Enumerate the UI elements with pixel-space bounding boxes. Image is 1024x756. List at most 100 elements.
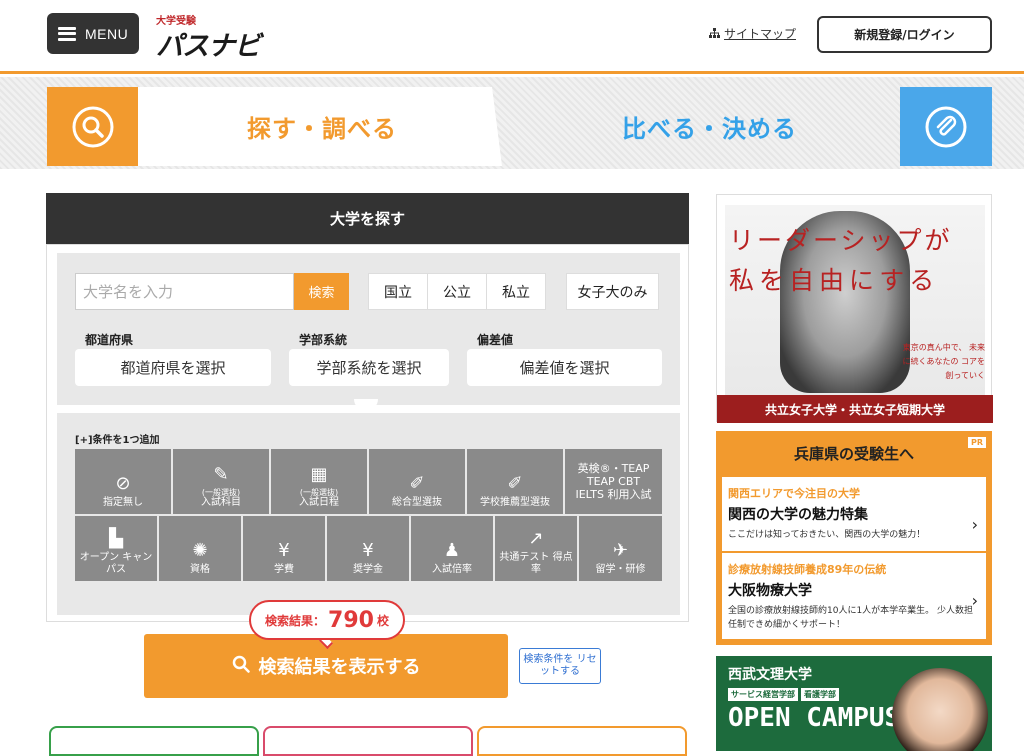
deviation-label: 偏差値 (477, 333, 514, 347)
promo-kicker: 診療放射線技師養成89年の伝統 (728, 563, 887, 576)
faculty-label: 学部系統 (299, 333, 348, 347)
condition-label: オープン キャンパス (79, 552, 153, 575)
sitemap-label: サイトマップ (724, 27, 797, 41)
condition-scholarship[interactable]: ¥ 奨学金 (327, 516, 409, 581)
women-only-button[interactable]: 女子大のみ (566, 273, 659, 310)
condition-common-test[interactable]: ↗ 共通テスト 得点率 (495, 516, 577, 581)
panel-notch (354, 399, 378, 411)
condition-open-campus[interactable]: ▙ オープン キャンパス (75, 516, 157, 581)
condition-tuition[interactable]: ¥ 学費 (243, 516, 325, 581)
condition-none[interactable]: ⊘ 指定無し (75, 449, 171, 514)
type-private[interactable]: 私立 (487, 274, 545, 309)
search-conditions-area: [+]条件を1つ追加 ⊘ 指定無し ✎ (一般選抜) 入試科目 ▦ (一般選抜)… (57, 413, 680, 615)
condition-exam-subjects[interactable]: ✎ (一般選抜) 入試科目 (173, 449, 269, 514)
ad3-tag: サービス経営学部 (728, 688, 798, 701)
condition-label: 英検®・TEAP TEAP CBT IELTS 利用入試 (575, 462, 652, 501)
promo-card-kansai[interactable]: 関西エリアで今注目の大学 関西の大学の魅力特集 ここだけは知っておきたい、関西の… (722, 477, 986, 551)
search-icon (47, 87, 138, 166)
condition-comprehensive[interactable]: ✐ 総合型選抜 (369, 449, 465, 514)
ad3-tags: サービス経営学部 看護学部 (728, 688, 839, 701)
type-public[interactable]: 公立 (428, 274, 487, 309)
bottom-card[interactable] (49, 726, 259, 756)
tab-search-label: 探す・調べる (247, 115, 397, 143)
search-basic-area: 大学名を入力 検索 国立 公立 私立 女子大のみ 都道府県 都道府県を選択 学部… (57, 253, 680, 405)
hyogo-title: 兵庫県の受験生へ (793, 445, 914, 463)
prefecture-label: 都道府県 (85, 333, 134, 347)
site-header: MENU 大学受験 パスナビ サイトマップ 新規登録/ログイン (0, 0, 1024, 74)
condition-label: 学校推薦型選抜 (480, 497, 550, 508)
chevron-right-icon: › (971, 591, 978, 610)
ad-headline-2: 私を自由にする (729, 266, 940, 295)
hand-coin-icon: ¥ (362, 540, 374, 561)
site-logo[interactable]: 大学受験 パスナビ (156, 12, 261, 62)
chart-up-icon: ↗ (528, 528, 544, 549)
type-filter-group: 国立 公立 私立 (368, 273, 546, 310)
calendar-icon: ▦ (310, 464, 328, 485)
ad-photo: リーダーシップが 私を自由にする 東京の真ん中で、 未来に続くあなたの コアを創… (725, 205, 985, 395)
ad3-tag: 看護学部 (801, 688, 839, 701)
condition-label: 共通テスト 得点率 (499, 552, 573, 575)
condition-exam-ratio[interactable]: ♟ 入試倍率 (411, 516, 493, 581)
show-results-label: 検索結果を表示する (258, 657, 421, 678)
condition-label: 留学・研修 (595, 564, 646, 575)
condition-recommendation[interactable]: ✐ 学校推薦型選抜 (467, 449, 563, 514)
ad-headline: リーダーシップが (729, 226, 953, 255)
deviation-select[interactable]: 偏差値を選択 (467, 349, 662, 386)
login-button[interactable]: 新規登録/ログイン (817, 16, 992, 53)
paperclip-icon (900, 87, 992, 166)
type-national[interactable]: 国立 (369, 274, 428, 309)
search-icon (232, 655, 250, 678)
add-condition-label: [+]条件を1つ追加 (75, 435, 160, 446)
search-button[interactable]: 検索 (294, 273, 349, 310)
bottom-card-row (46, 726, 689, 756)
prohibited-icon: ⊘ (115, 473, 131, 494)
bottom-card[interactable] (263, 726, 473, 756)
result-count-badge: 検索結果： 790 校 (249, 600, 405, 640)
reset-conditions-button[interactable]: 検索条件を リセットする (519, 648, 601, 684)
sitemap-link[interactable]: サイトマップ (709, 25, 796, 42)
promo-headline: 大阪物療大学 (728, 583, 812, 599)
result-count-unit: 校 (376, 613, 389, 628)
promo-card-osaka-butsuryo[interactable]: 診療放射線技師養成89年の伝統 大阪物療大学 全国の診療放射線技師約10人に1人… (722, 553, 986, 639)
university-name-input[interactable]: 大学名を入力 (75, 273, 294, 310)
tab-band: 探す・調べる 比べる・決める (0, 77, 1024, 169)
logo-title: パスナビ (156, 31, 261, 62)
condition-label: 学費 (274, 564, 294, 575)
promo-description: 全国の診療放射線技師約10人に1人が本学卒業生。 少人数担任制できめ細かくサポー… (728, 606, 974, 630)
condition-exam-schedule[interactable]: ▦ (一般選抜) 入試日程 (271, 449, 367, 514)
hyogo-promo-box: PR 兵庫県の受験生へ 関西エリアで今注目の大学 関西の大学の魅力特集 ここだけ… (716, 431, 992, 645)
portrait-image (892, 668, 988, 751)
search-panel-title: 大学を探す (46, 193, 689, 244)
pen-icon: ✐ (507, 473, 523, 494)
faculty-select[interactable]: 学部系統を選択 (289, 349, 449, 386)
condition-label: 指定無し (103, 497, 143, 508)
airplane-icon: ✈ (612, 540, 629, 561)
document-pen-icon: ✎ (213, 464, 229, 485)
kyoritsu-ad-banner[interactable]: リーダーシップが 私を自由にする 東京の真ん中で、 未来に続くあなたの コアを創… (716, 194, 993, 423)
pen-icon: ✐ (409, 473, 425, 494)
ad-subcopy: 東京の真ん中で、 未来に続くあなたの コアを創っていく (902, 343, 985, 380)
condition-qualification[interactable]: ✺ 資格 (159, 516, 241, 581)
ad3-headline: OPEN CAMPUS (728, 703, 901, 733)
hamburger-icon (58, 26, 76, 41)
result-count-value: 790 (328, 607, 374, 633)
bottom-card[interactable] (477, 726, 687, 756)
tab-compare-label: 比べる・決める (622, 115, 797, 143)
tab-search[interactable]: 探す・調べる (47, 87, 502, 166)
prefecture-select[interactable]: 都道府県を選択 (75, 349, 271, 386)
search-panel: 大学名を入力 検索 国立 公立 私立 女子大のみ 都道府県 都道府県を選択 学部… (46, 244, 689, 622)
result-count-label: 検索結果： (265, 613, 326, 628)
menu-button[interactable]: MENU (47, 13, 139, 54)
seibu-bunri-ad-banner[interactable]: 西武文理大学 サービス経営学部 看護学部 OPEN CAMPUS (716, 656, 992, 751)
promo-kicker: 関西エリアで今注目の大学 (728, 487, 860, 500)
condition-english-tests[interactable]: 英検®・TEAP TEAP CBT IELTS 利用入試 (565, 449, 662, 514)
promo-description: ここだけは知っておきたい、関西の大学の魅力！ (728, 530, 926, 540)
condition-study-abroad[interactable]: ✈ 留学・研修 (579, 516, 662, 581)
money-icon: ¥ (278, 540, 290, 561)
condition-label: 入試科目 (201, 497, 241, 508)
promo-headline: 関西の大学の魅力特集 (728, 507, 868, 523)
ad3-logo: 西武文理大学 (728, 667, 812, 683)
people-icon: ♟ (443, 540, 461, 561)
tab-compare[interactable]: 比べる・決める (545, 87, 992, 166)
condition-label: 資格 (190, 564, 210, 575)
